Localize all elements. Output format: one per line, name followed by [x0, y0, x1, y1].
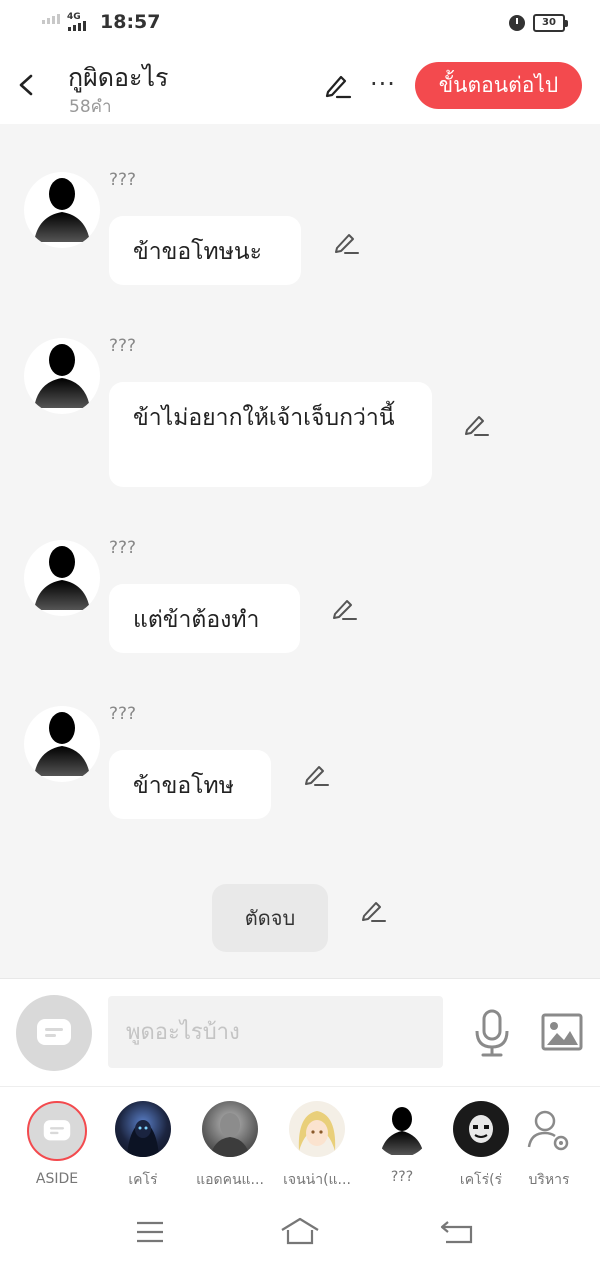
message-input[interactable]: [108, 996, 443, 1068]
character-label: เจนน่า(แ...: [283, 1172, 351, 1188]
character-avatar[interactable]: [24, 706, 100, 782]
input-bar: [0, 978, 600, 1086]
masked-figure-icon: [469, 1115, 493, 1143]
signal-icon-2: [68, 21, 86, 31]
character-name: ???: [109, 538, 137, 558]
anime-girl-icon: [298, 1111, 336, 1151]
hooded-figure-icon: [127, 1120, 159, 1157]
image-icon[interactable]: [541, 1013, 583, 1051]
character-avatar: [115, 1101, 171, 1157]
character-label: บริหาร: [528, 1172, 570, 1188]
alarm-icon: [509, 15, 525, 31]
home-icon[interactable]: [280, 1216, 320, 1246]
more-menu-button[interactable]: ···: [370, 72, 396, 96]
page-title: กูผิดอะไร: [68, 63, 169, 92]
character-label: แอดคนแ...: [196, 1172, 264, 1188]
message-bubble[interactable]: ข้าไม่อยากให้เจ้าเจ็บกว่านี้: [109, 382, 432, 487]
character-selector: ASIDE เคโร่ แอดคนแ... เจนน่า(แ... ??? เค…: [0, 1086, 600, 1196]
character-avatar: [374, 1101, 430, 1157]
character-name: ???: [109, 704, 137, 724]
ending-marker[interactable]: ตัดจบ: [212, 884, 328, 952]
back-icon[interactable]: [440, 1218, 474, 1244]
header: กูผิดอะไร 58คำ ··· ขั้นตอนต่อไป: [0, 48, 600, 124]
character-item[interactable]: แอดคนแ...: [185, 1101, 275, 1191]
next-step-button[interactable]: ขั้นตอนต่อไป: [415, 62, 582, 109]
message-bubble[interactable]: แต่ข้าต้องทำ: [109, 584, 300, 653]
battery-icon: 30: [533, 14, 568, 32]
chat-bubble-icon: [43, 1120, 71, 1141]
narration-mode-button[interactable]: [16, 995, 92, 1071]
edit-message-icon[interactable]: [330, 594, 358, 622]
silhouette-icon: [34, 344, 90, 408]
character-label: เคโร่: [128, 1172, 158, 1188]
microphone-icon[interactable]: [472, 1009, 512, 1057]
person-gear-icon: [527, 1110, 569, 1151]
edit-message-icon[interactable]: [332, 228, 360, 256]
message-bubble[interactable]: ข้าขอโทษนะ: [109, 216, 301, 285]
character-name: ???: [109, 336, 137, 356]
signal-icon-1: [42, 14, 60, 24]
character-aside[interactable]: ASIDE: [12, 1101, 102, 1187]
silhouette-icon: [34, 712, 90, 776]
menu-icon[interactable]: [136, 1221, 164, 1243]
manage-icon: [521, 1101, 577, 1157]
edit-message-icon[interactable]: [462, 410, 490, 438]
back-arrow-icon[interactable]: [14, 68, 40, 102]
system-nav-bar: [0, 1196, 600, 1267]
character-avatar: [289, 1101, 345, 1157]
aside-avatar: [27, 1101, 87, 1161]
status-bar: 4G 18:57 30: [0, 0, 600, 48]
edit-pencil-icon[interactable]: [322, 70, 352, 100]
silhouette-icon: [34, 178, 90, 242]
character-label: ASIDE: [35, 1171, 79, 1187]
edit-message-icon[interactable]: [302, 760, 330, 788]
silhouette-icon: [380, 1107, 424, 1155]
chat-area: ??? ข้าขอโทษนะ ??? ข้าไม่อยากให้เจ้าเจ็บ…: [0, 124, 600, 978]
character-item[interactable]: เคโร่: [98, 1101, 188, 1191]
character-avatar[interactable]: [24, 172, 100, 248]
silhouette-icon: [34, 546, 90, 610]
edit-ending-icon[interactable]: [359, 896, 387, 924]
manage-characters-button[interactable]: บริหาร: [504, 1101, 594, 1191]
character-label: ???: [390, 1169, 414, 1185]
word-count: 58คำ: [69, 97, 112, 117]
character-item[interactable]: ???: [357, 1101, 447, 1185]
clock: 18:57: [100, 11, 161, 33]
character-item[interactable]: เจนน่า(แ...: [272, 1101, 362, 1191]
character-avatar: [453, 1101, 509, 1157]
person-photo-icon: [210, 1113, 250, 1157]
character-name: ???: [109, 170, 137, 190]
character-avatar[interactable]: [24, 540, 100, 616]
message-bubble[interactable]: ข้าขอโทษ: [109, 750, 271, 819]
character-avatar: [202, 1101, 258, 1157]
character-avatar[interactable]: [24, 338, 100, 414]
chat-bubble-icon: [37, 1019, 71, 1045]
